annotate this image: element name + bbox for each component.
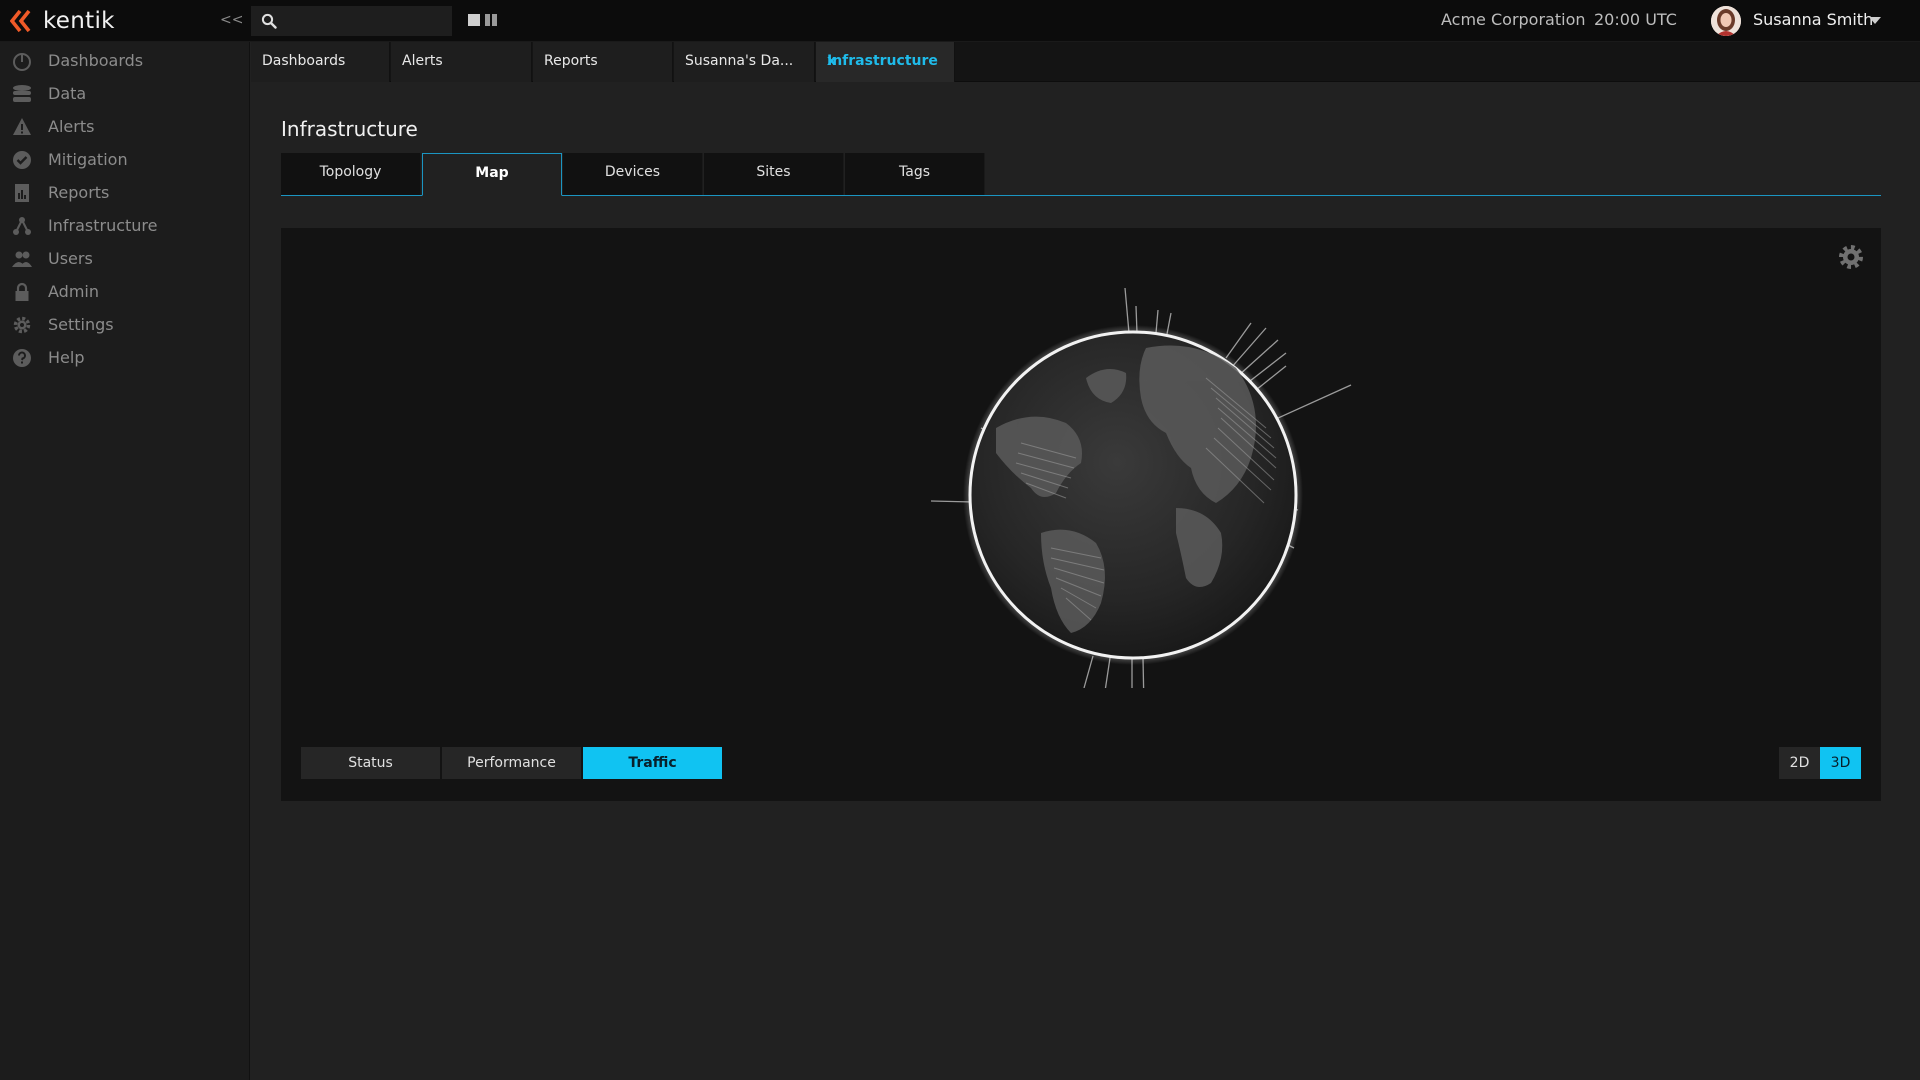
map-panel: Status Performance Traffic 2D 3D xyxy=(281,228,1881,801)
map-mode-selector: Status Performance Traffic xyxy=(301,747,722,779)
traffic-mode-button[interactable]: Traffic xyxy=(583,747,722,779)
tab-strip: Dashboards Alerts Reports Susanna's Da..… xyxy=(251,42,1920,82)
dimension-toggle: 2D 3D xyxy=(1779,747,1861,779)
tab-alerts[interactable]: Alerts xyxy=(391,42,532,82)
gear-icon[interactable] xyxy=(1836,242,1866,272)
single-pane-icon[interactable] xyxy=(468,14,480,26)
clock: 20:00 UTC xyxy=(1594,10,1677,29)
tab-label: Susanna's Da... xyxy=(685,53,794,69)
organization-name[interactable]: Acme Corporation xyxy=(1441,10,1586,29)
3d-button[interactable]: 3D xyxy=(1820,747,1861,779)
sidebar-item-label: Dashboards xyxy=(48,51,144,70)
user-name[interactable]: Susanna Smith xyxy=(1753,10,1873,29)
sidebar-item-data[interactable]: Data xyxy=(0,77,250,110)
page-title: Infrastructure xyxy=(281,117,418,141)
subtab-label: Tags xyxy=(899,164,930,180)
check-circle-icon xyxy=(12,150,32,170)
tab-reports[interactable]: Reports xyxy=(533,42,673,82)
report-icon xyxy=(12,183,32,203)
sidebar-item-label: Users xyxy=(48,249,93,268)
users-icon xyxy=(12,249,32,269)
search-box[interactable] xyxy=(251,6,452,36)
user-avatar-image xyxy=(1711,6,1741,36)
infrastructure-subtabs: Topology Map Devices Sites Tags xyxy=(281,153,1881,196)
sidebar-item-admin[interactable]: Admin xyxy=(0,275,250,308)
sidebar-item-label: Mitigation xyxy=(48,150,128,169)
chevron-down-icon[interactable] xyxy=(1869,17,1881,24)
sidebar-item-label: Infrastructure xyxy=(48,216,158,235)
collapse-sidebar-button[interactable]: << xyxy=(220,12,243,28)
tab-label: Reports xyxy=(544,53,598,69)
help-icon xyxy=(12,348,32,368)
lock-icon xyxy=(12,282,32,302)
avatar[interactable] xyxy=(1711,6,1741,36)
performance-mode-button[interactable]: Performance xyxy=(442,747,581,779)
kentik-chevrons-icon xyxy=(10,9,31,33)
subtab-label: Topology xyxy=(319,164,382,180)
gear-icon xyxy=(12,315,32,335)
sidebar-item-infrastructure[interactable]: Infrastructure xyxy=(0,209,250,242)
traffic-globe[interactable] xyxy=(846,258,1356,688)
tab-devices[interactable]: Devices xyxy=(563,153,703,195)
tab-infrastructure[interactable]: Infrastructure x xyxy=(816,42,955,82)
subtab-label: Map xyxy=(475,165,509,181)
2d-button[interactable]: 2D xyxy=(1779,747,1820,779)
sidebar-item-label: Data xyxy=(48,84,87,103)
sidebar-item-reports[interactable]: Reports xyxy=(0,176,250,209)
sidebar-item-alerts[interactable]: Alerts xyxy=(0,110,250,143)
sidebar-item-mitigation[interactable]: Mitigation xyxy=(0,143,250,176)
sidebar-item-label: Admin xyxy=(48,282,99,301)
search-input[interactable] xyxy=(285,6,445,36)
top-bar: kentik << Acme Corporation 20:00 UTC Sus… xyxy=(0,0,1920,42)
layout-toggle[interactable] xyxy=(468,14,497,26)
search-icon xyxy=(261,13,277,29)
sidebar-item-dashboards[interactable]: Dashboards xyxy=(0,44,250,77)
tab-susannas-dashboard[interactable]: Susanna's Da... xyxy=(674,42,815,82)
tab-topology[interactable]: Topology xyxy=(281,153,421,195)
tab-sites[interactable]: Sites xyxy=(704,153,844,195)
kentik-logo[interactable]: kentik xyxy=(10,6,115,36)
tab-tags[interactable]: Tags xyxy=(845,153,985,195)
subtab-label: Sites xyxy=(756,164,791,180)
split-pane-icon[interactable] xyxy=(485,14,497,26)
sidebar-item-users[interactable]: Users xyxy=(0,242,250,275)
sidebar-item-help[interactable]: Help xyxy=(0,341,250,374)
sidebar-item-label: Alerts xyxy=(48,117,95,136)
database-icon xyxy=(12,84,32,104)
sidebar-item-label: Help xyxy=(48,348,85,367)
sidebar-item-label: Settings xyxy=(48,315,114,334)
subtab-label: Devices xyxy=(604,164,661,180)
brand-name: kentik xyxy=(43,8,115,34)
sidebar: Dashboards Data Alerts Mitigation Report… xyxy=(0,42,250,1080)
sidebar-item-label: Reports xyxy=(48,183,110,202)
tab-label: Dashboards xyxy=(262,53,346,69)
tab-dashboards[interactable]: Dashboards xyxy=(251,42,390,82)
tab-map[interactable]: Map xyxy=(422,153,562,196)
sidebar-item-settings[interactable]: Settings xyxy=(0,308,250,341)
network-icon xyxy=(12,216,32,236)
status-mode-button[interactable]: Status xyxy=(301,747,440,779)
tab-label: Alerts xyxy=(402,53,443,69)
gauge-icon xyxy=(12,51,32,71)
warning-icon xyxy=(12,117,32,137)
close-icon[interactable]: x xyxy=(827,53,944,69)
